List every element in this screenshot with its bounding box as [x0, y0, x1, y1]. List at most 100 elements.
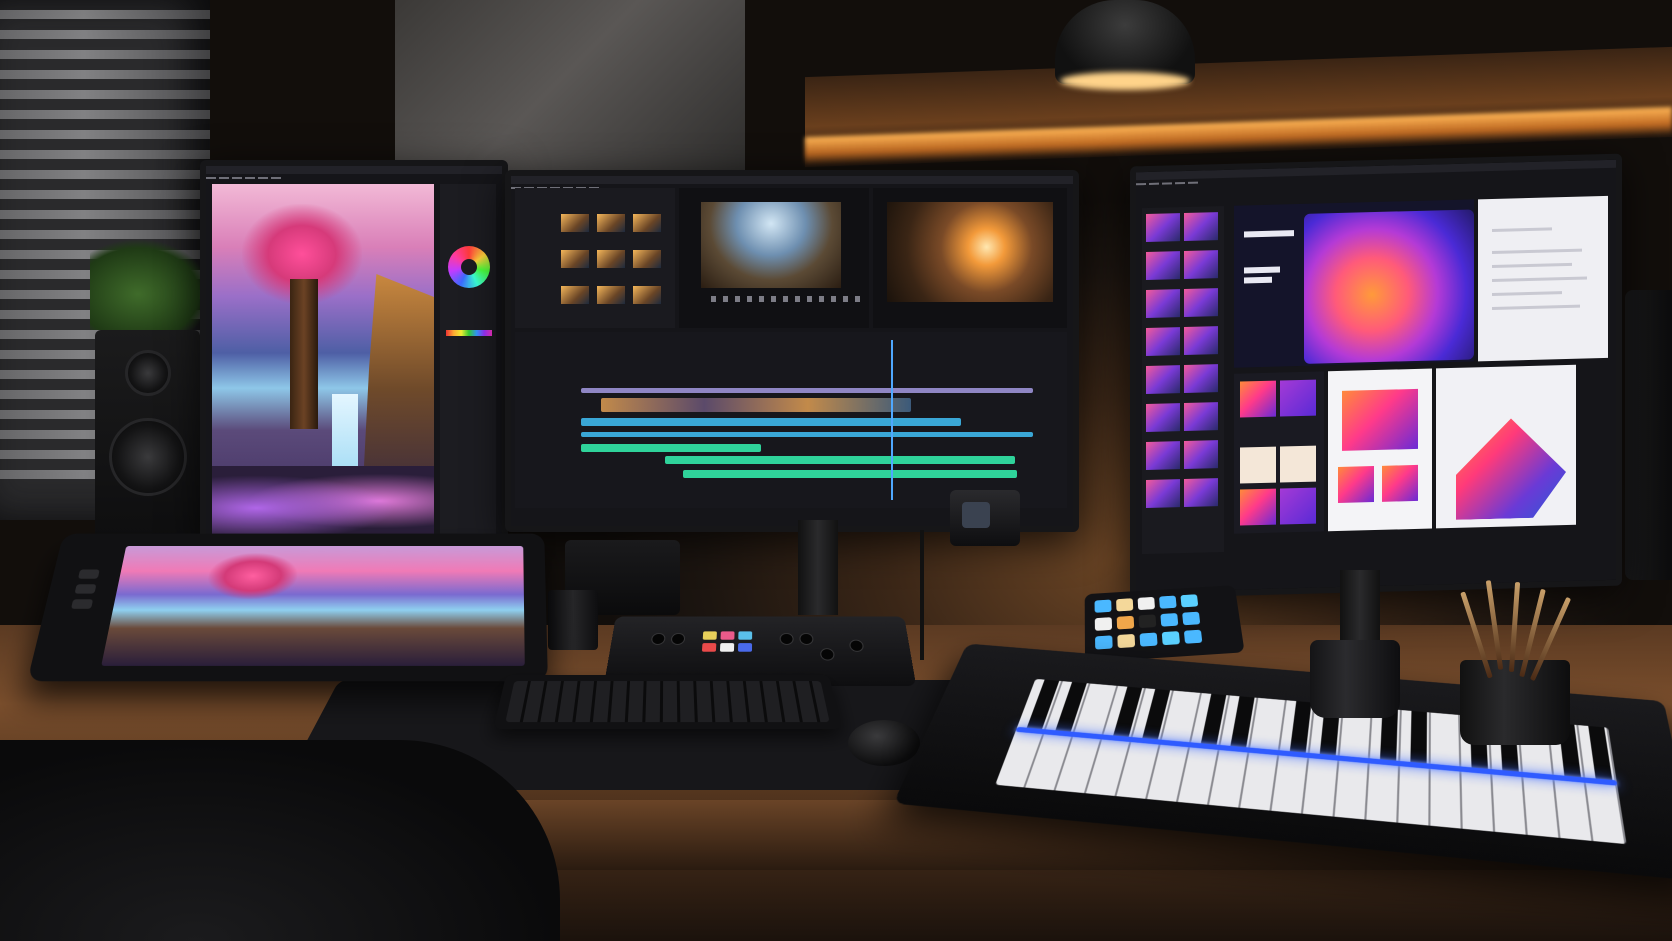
tree-trunk	[290, 279, 318, 429]
audio-track-2b[interactable]	[665, 456, 1015, 464]
transport-controls[interactable]	[711, 296, 861, 302]
audio-track-1b[interactable]	[581, 432, 1033, 437]
playhead-marker[interactable]	[891, 340, 893, 500]
mixer-pad[interactable]	[738, 631, 752, 639]
artboard-thumb[interactable]	[1184, 440, 1218, 469]
tablet-express-key[interactable]	[78, 570, 100, 579]
artboard-thumb[interactable]	[1146, 365, 1180, 394]
computer-keyboard[interactable]	[493, 675, 841, 729]
lamp-light	[1060, 72, 1190, 90]
mixer-knob[interactable]	[849, 640, 864, 652]
media-thumbnail[interactable]	[597, 214, 625, 232]
artboard-thumb[interactable]	[1184, 212, 1218, 241]
monitor-stand-main	[798, 520, 838, 615]
mixer-pad[interactable]	[720, 631, 734, 639]
tablet-express-key[interactable]	[75, 584, 97, 593]
artboard-thumb[interactable]	[1184, 288, 1218, 317]
color-wheel-icon[interactable]	[448, 246, 490, 288]
tablet-canvas[interactable]	[101, 546, 525, 666]
media-thumbnail[interactable]	[561, 286, 589, 304]
mixer-pad[interactable]	[703, 631, 717, 639]
mixer-knob[interactable]	[651, 633, 666, 645]
audio-track-2c[interactable]	[683, 470, 1017, 478]
editor-menubar	[511, 176, 1073, 184]
monitor-stand-right	[1340, 570, 1380, 645]
artboard-thumb[interactable]	[1146, 251, 1180, 280]
deck-key[interactable]	[1117, 616, 1135, 630]
artboard-thumb[interactable]	[1146, 327, 1180, 356]
keyboard-keys[interactable]	[505, 681, 829, 722]
artboard-thumbnails	[1142, 206, 1224, 554]
deck-key[interactable]	[1160, 613, 1178, 627]
mixer-knob[interactable]	[780, 633, 794, 645]
timeline-panel[interactable]	[515, 332, 1067, 508]
design-app-screen	[1136, 160, 1616, 593]
abstract-gradient-art	[1304, 209, 1474, 363]
deck-key[interactable]	[1095, 635, 1113, 649]
hero-artboard[interactable]	[1234, 199, 1474, 367]
media-thumbnail[interactable]	[561, 214, 589, 232]
artboard-thumb[interactable]	[1146, 213, 1180, 242]
artboard-thumb[interactable]	[1146, 479, 1180, 508]
pen-cup-right	[1460, 660, 1570, 745]
media-thumbnail[interactable]	[633, 286, 661, 304]
program-monitor	[873, 188, 1067, 328]
artboard-thumb[interactable]	[1146, 289, 1180, 318]
document-artboard[interactable]	[1478, 196, 1608, 361]
camera-tripod	[920, 530, 924, 660]
mixer-knob[interactable]	[820, 648, 835, 660]
artboard-thumb[interactable]	[1146, 403, 1180, 432]
stream-deck-controller	[1085, 585, 1245, 663]
mixer-pad[interactable]	[702, 643, 716, 652]
audio-track-2a[interactable]	[581, 444, 761, 452]
audio-track-1[interactable]	[581, 418, 961, 426]
potted-plant	[90, 240, 210, 330]
video-clip-strip[interactable]	[601, 398, 911, 412]
artboard-thumb[interactable]	[1146, 441, 1180, 470]
media-thumbnail[interactable]	[633, 214, 661, 232]
pen-display-tablet	[27, 534, 548, 682]
artboard-thumb[interactable]	[1184, 478, 1218, 507]
pattern-artboard[interactable]	[1328, 369, 1432, 532]
deck-key[interactable]	[1182, 612, 1200, 626]
deck-key[interactable]	[1095, 600, 1112, 613]
mixer-pad[interactable]	[738, 643, 752, 652]
deck-key[interactable]	[1116, 598, 1133, 611]
computer-mouse[interactable]	[848, 720, 920, 766]
deck-key[interactable]	[1180, 594, 1198, 607]
prism-artboard[interactable]	[1436, 365, 1576, 529]
fantasy-landscape-canvas[interactable]	[212, 184, 434, 536]
subhead-placeholder	[1244, 267, 1280, 274]
mixer-pad[interactable]	[720, 643, 734, 652]
deck-key[interactable]	[1159, 596, 1177, 609]
mixer-knob[interactable]	[671, 633, 686, 645]
speaker-right	[1625, 290, 1672, 580]
media-thumbnail[interactable]	[597, 250, 625, 268]
monitor-right	[1130, 154, 1622, 599]
deck-key[interactable]	[1095, 617, 1112, 631]
deck-key[interactable]	[1117, 634, 1135, 648]
mixer-knob[interactable]	[799, 633, 813, 645]
artboard-thumb[interactable]	[1184, 364, 1218, 393]
tablet-express-key[interactable]	[71, 599, 93, 609]
media-thumbnail[interactable]	[633, 250, 661, 268]
color-swatches[interactable]	[446, 330, 492, 336]
deck-key[interactable]	[1184, 630, 1203, 644]
video-track-upper[interactable]	[581, 388, 1033, 393]
camera-lens	[962, 502, 990, 528]
artboard-thumb[interactable]	[1184, 402, 1218, 431]
media-thumbnail[interactable]	[597, 286, 625, 304]
media-bin	[515, 188, 675, 328]
artboard-thumb[interactable]	[1184, 250, 1218, 279]
deck-key[interactable]	[1162, 631, 1180, 645]
deck-key[interactable]	[1139, 614, 1157, 628]
prism-shape	[1456, 417, 1566, 520]
icon-grid-dark[interactable]	[1234, 371, 1324, 533]
media-thumbnail[interactable]	[561, 250, 589, 268]
deck-key[interactable]	[1140, 632, 1158, 646]
artboard-thumb[interactable]	[1184, 326, 1218, 355]
deck-key[interactable]	[1138, 597, 1155, 610]
monitor-vertical	[200, 160, 508, 550]
flower-field	[212, 466, 434, 536]
monitor-main	[505, 170, 1079, 532]
